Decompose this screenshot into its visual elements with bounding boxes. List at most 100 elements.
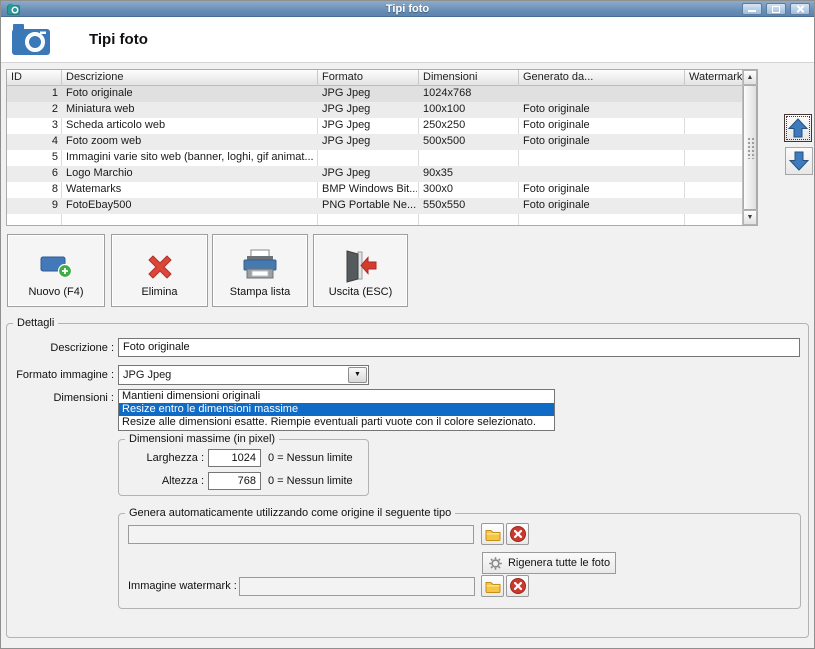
table-cell-formato: JPG Jpeg <box>322 103 371 115</box>
table-row[interactable]: 3 Scheda articolo web JPG Jpeg 250x250 Foto … <box>7 118 742 134</box>
dimensioni-option-resize-esatte[interactable]: Resize alle dimensioni esatte. Riempie e… <box>119 416 554 429</box>
table-row[interactable]: 9 FotoEbay500 PNG Portable Ne... 550x550 Fot… <box>7 198 742 214</box>
table-header: ID Descrizione Formato Dimensioni Genera… <box>7 70 742 86</box>
table-cell-generato: Foto originale <box>523 119 590 131</box>
rigenera-tutte-le-foto-button[interactable]: Rigenera tutte le foto <box>482 552 616 574</box>
dimensioni-option-resize-massime[interactable]: Resize entro le dimensioni massime <box>119 403 554 416</box>
browse-watermark-button[interactable] <box>481 575 504 597</box>
combo-dropdown-button[interactable]: ▼ <box>348 367 367 383</box>
minimize-button[interactable] <box>742 3 762 15</box>
larghezza-input[interactable]: 1024 <box>208 449 261 467</box>
column-header-watermark[interactable]: Watermark <box>685 70 742 86</box>
gears-icon <box>489 556 502 570</box>
table-cell-id: 8 <box>51 183 58 195</box>
stampa-lista-button[interactable]: Stampa lista <box>212 234 308 307</box>
clear-circle-icon <box>509 578 526 594</box>
title-bar[interactable]: Tipi foto <box>1 1 814 17</box>
formato-selected-value: JPG Jpeg <box>123 369 172 381</box>
table-cell-dimensioni: 550x550 <box>423 199 466 211</box>
column-header-dimensioni[interactable]: Dimensioni <box>419 70 519 86</box>
button-label: Nuovo (F4) <box>28 286 84 298</box>
table-row[interactable]: 8 Watemarks BMP Windows Bit... 300x0 Foto or… <box>7 182 742 198</box>
table-cell-formato: BMP Windows Bit... <box>322 183 417 195</box>
camera-icon <box>11 23 51 60</box>
dettagli-legend: Dettagli <box>13 317 59 329</box>
elimina-button[interactable]: Elimina <box>111 234 208 307</box>
table-cell-watermark <box>689 102 741 118</box>
table-cell-id: 4 <box>51 135 58 147</box>
clear-circle-icon <box>509 526 526 542</box>
nuovo-button[interactable]: Nuovo (F4) <box>7 234 105 307</box>
table-body: 1 Foto originale JPG Jpeg 1024x768 2 Miniatur… <box>7 86 742 225</box>
uscita-button[interactable]: Uscita (ESC) <box>313 234 408 307</box>
scrollbar-thumb[interactable] <box>743 85 757 210</box>
table-cell-watermark <box>689 198 741 214</box>
table-row[interactable]: 2 Miniatura web JPG Jpeg 100x100 Foto origin… <box>7 102 742 118</box>
printer-icon <box>241 249 279 286</box>
table-cell-descrizione: FotoEbay500 <box>66 199 132 211</box>
table-cell-watermark <box>689 166 741 182</box>
move-row-down-button[interactable] <box>785 147 813 175</box>
table-cell-formato <box>322 150 417 166</box>
table-cell-watermark <box>689 118 741 134</box>
table-cell-id: 3 <box>51 119 58 131</box>
table-row[interactable]: 5 Immagini varie sito web (banner, loghi,… <box>7 150 742 166</box>
scroll-down-button[interactable]: ▼ <box>743 210 757 225</box>
formato-immagine-label: Formato immagine : <box>16 369 114 381</box>
column-header-formato[interactable]: Formato <box>318 70 419 86</box>
origine-tipo-input[interactable] <box>128 525 474 544</box>
close-button[interactable] <box>790 3 810 15</box>
altezza-label: Altezza : <box>161 475 204 487</box>
delete-icon <box>142 249 178 288</box>
window-title: Tipi foto <box>385 2 430 15</box>
tipi-foto-window: Tipi foto Tipi foto ID Descrizione Forma… <box>0 0 815 649</box>
table-cell-dimensioni <box>423 150 517 166</box>
page-header: Tipi foto <box>1 17 814 63</box>
move-row-up-button[interactable] <box>784 114 812 142</box>
column-header-generato-da[interactable]: Generato da... <box>519 70 685 86</box>
table-cell-generato: Foto originale <box>523 103 590 115</box>
table-cell-watermark <box>689 86 741 102</box>
formato-immagine-select[interactable]: JPG Jpeg ▼ <box>118 365 369 385</box>
column-header-descrizione[interactable]: Descrizione <box>62 70 318 86</box>
table-cell-descrizione: Logo Marchio <box>66 167 133 179</box>
button-label: Uscita (ESC) <box>328 286 393 298</box>
table-cell-descrizione: Miniatura web <box>66 103 135 115</box>
column-header-id[interactable]: ID <box>7 70 62 86</box>
table-cell-dimensioni: 1024x768 <box>423 87 472 99</box>
larghezza-hint: 0 = Nessun limite <box>268 452 353 464</box>
maximize-button[interactable] <box>766 3 786 15</box>
table-cell-formato: JPG Jpeg <box>322 87 371 99</box>
descrizione-input[interactable]: Foto originale <box>118 338 800 357</box>
dimensioni-option-mantieni[interactable]: Mantieni dimensioni originali <box>119 390 554 403</box>
table-cell-generato <box>523 150 683 166</box>
table-cell-dimensioni: 90x35 <box>423 167 453 179</box>
table-row[interactable]: 4 Foto zoom web JPG Jpeg 500x500 Foto origin… <box>7 134 742 150</box>
table-cell-formato: JPG Jpeg <box>322 119 371 131</box>
vertical-scrollbar[interactable]: ▲ ▼ <box>742 70 757 225</box>
maximize-icon <box>772 5 780 13</box>
table-row[interactable]: 1 Foto originale JPG Jpeg 1024x768 <box>7 86 742 102</box>
table-cell-descrizione: Immagini varie sito web (banner, loghi, … <box>66 151 314 163</box>
browse-origine-button[interactable] <box>481 523 504 545</box>
table-cell-generato: Foto originale <box>523 135 590 147</box>
altezza-hint: 0 = Nessun limite <box>268 475 353 487</box>
table-cell-formato: JPG Jpeg <box>322 135 371 147</box>
new-photo-type-icon <box>37 249 75 286</box>
table-cell-id: 5 <box>51 151 58 163</box>
table-cell-formato: PNG Portable Ne... <box>322 199 417 211</box>
table-cell-dimensioni: 300x0 <box>423 183 453 195</box>
table-cell-descrizione: Scheda articolo web <box>66 119 166 131</box>
clear-origine-button[interactable] <box>506 523 529 545</box>
table-row[interactable]: 6 Logo Marchio JPG Jpeg 90x35 <box>7 166 742 182</box>
clear-watermark-button[interactable] <box>506 575 529 597</box>
table-cell-generato <box>523 86 683 102</box>
immagine-watermark-input[interactable] <box>239 577 475 596</box>
table-cell-id: 1 <box>51 87 58 99</box>
folder-icon <box>485 529 500 541</box>
arrow-up-icon <box>787 118 809 138</box>
altezza-input[interactable]: 768 <box>208 472 261 490</box>
genera-legend: Genera automaticamente utilizzando come … <box>125 507 456 519</box>
scroll-up-button[interactable]: ▲ <box>743 70 757 85</box>
table-cell-watermark <box>689 150 741 166</box>
